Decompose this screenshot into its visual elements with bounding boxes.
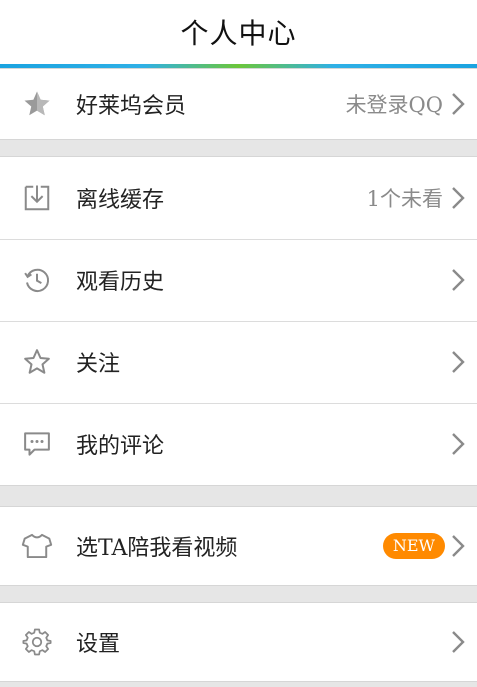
comment-icon [20,427,54,461]
shirt-icon [20,529,54,563]
menu-item-watch-history[interactable]: 观看历史 [0,239,477,321]
chevron-right-icon [449,89,467,119]
member-group: 好莱坞会员 未登录QQ [0,68,477,140]
chevron-right-icon [449,627,467,657]
chevron-right-icon [449,265,467,295]
menu-item-label: 关注 [76,352,121,377]
unwatched-count: 1个未看 [366,187,443,211]
menu-item-my-comments[interactable]: 我的评论 [0,403,477,485]
chevron-right-icon [449,347,467,377]
menu-item-label: 离线缓存 [76,188,165,213]
star-filled-icon [20,87,54,121]
page-title: 个人中心 [180,17,297,50]
new-badge: NEW [382,533,445,559]
menu-item-label: 设置 [76,632,121,657]
download-icon [20,181,54,215]
menu-item-label: 选TA陪我看视频 [76,536,238,561]
menu-item-offline-cache[interactable]: 离线缓存 1个未看 [0,157,477,239]
settings-group: 设置 [0,602,477,682]
menu-item-hollywood-member[interactable]: 好莱坞会员 未登录QQ [0,69,477,139]
menu-item-choose-companion[interactable]: 选TA陪我看视频 NEW [0,507,477,585]
gear-icon [20,625,54,659]
menu-item-settings[interactable]: 设置 [0,603,477,681]
chevron-right-icon [449,531,467,561]
companion-group: 选TA陪我看视频 NEW [0,506,477,586]
chevron-right-icon [449,429,467,459]
media-group: 离线缓存 1个未看 观看历史 关注 我的评论 [0,156,477,486]
login-status: 未登录QQ [345,93,443,117]
menu-item-label: 观看历史 [76,270,165,295]
app-header: 个人中心 [0,0,477,64]
chevron-right-icon [449,183,467,213]
history-icon [20,263,54,297]
menu-item-label: 我的评论 [76,434,165,459]
menu-item-label: 好莱坞会员 [76,94,187,119]
menu-item-follow[interactable]: 关注 [0,321,477,403]
star-outline-icon [20,345,54,379]
